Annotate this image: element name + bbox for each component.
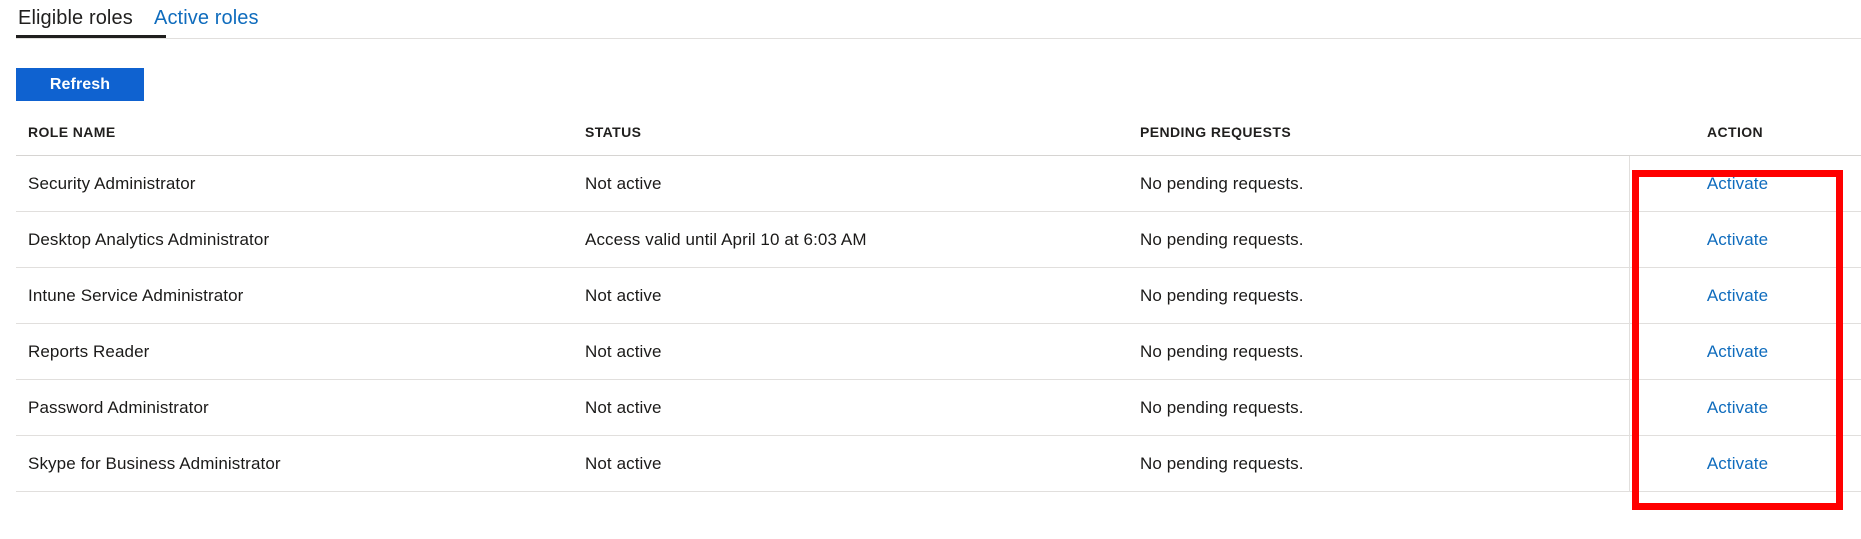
tab-strip: Eligible roles Active roles (0, 0, 1861, 40)
cell-role-name: Reports Reader (28, 342, 150, 361)
cell-status: Not active (585, 342, 662, 361)
table-row[interactable]: Desktop Analytics Administrator Access v… (0, 212, 1861, 268)
refresh-button[interactable]: Refresh (16, 68, 144, 101)
activate-link[interactable]: Activate (1707, 342, 1768, 361)
cell-status: Not active (585, 398, 662, 417)
cell-action: Activate (1632, 212, 1843, 268)
tab-selected-indicator (16, 35, 166, 38)
activate-link[interactable]: Activate (1707, 398, 1768, 417)
action-column-divider (1629, 380, 1630, 436)
cell-role-name: Security Administrator (28, 174, 196, 193)
column-header-action: ACTION (1707, 124, 1764, 140)
table-header-row: ROLE NAME STATUS PENDING REQUESTS ACTION (0, 108, 1861, 156)
table-row[interactable]: Skype for Business Administrator Not act… (0, 436, 1861, 492)
action-column-divider (1629, 268, 1630, 324)
table-row[interactable]: Reports Reader Not active No pending req… (0, 324, 1861, 380)
activate-link[interactable]: Activate (1707, 286, 1768, 305)
action-column-divider (1629, 156, 1630, 212)
table-row[interactable]: Password Administrator Not active No pen… (0, 380, 1861, 436)
cell-pending-requests: No pending requests. (1140, 230, 1304, 249)
tab-strip-baseline (16, 38, 1861, 39)
command-bar: Refresh (0, 40, 1861, 108)
activate-link[interactable]: Activate (1707, 174, 1768, 193)
cell-role-name: Skype for Business Administrator (28, 454, 281, 473)
cell-status: Access valid until April 10 at 6:03 AM (585, 230, 867, 249)
cell-pending-requests: No pending requests. (1140, 174, 1304, 193)
column-header-role-name: ROLE NAME (28, 124, 116, 140)
tab-eligible-roles[interactable]: Eligible roles (18, 5, 133, 31)
cell-role-name: Desktop Analytics Administrator (28, 230, 270, 249)
activate-link[interactable]: Activate (1707, 454, 1768, 473)
cell-status: Not active (585, 174, 662, 193)
activate-link[interactable]: Activate (1707, 230, 1768, 249)
cell-action: Activate (1632, 156, 1843, 212)
row-divider (16, 491, 1861, 492)
table-row[interactable]: Intune Service Administrator Not active … (0, 268, 1861, 324)
action-column-divider (1629, 212, 1630, 268)
cell-status: Not active (585, 286, 662, 305)
cell-action: Activate (1632, 268, 1843, 324)
cell-pending-requests: No pending requests. (1140, 454, 1304, 473)
action-column-divider (1629, 436, 1630, 492)
column-header-status: STATUS (585, 124, 642, 140)
action-column-divider (1629, 324, 1630, 380)
cell-role-name: Intune Service Administrator (28, 286, 244, 305)
column-header-pending-requests: PENDING REQUESTS (1140, 124, 1292, 140)
cell-pending-requests: No pending requests. (1140, 286, 1304, 305)
cell-role-name: Password Administrator (28, 398, 209, 417)
tab-active-roles[interactable]: Active roles (154, 5, 259, 31)
cell-action: Activate (1632, 324, 1843, 380)
cell-action: Activate (1632, 380, 1843, 436)
cell-status: Not active (585, 454, 662, 473)
cell-pending-requests: No pending requests. (1140, 342, 1304, 361)
cell-action: Activate (1632, 436, 1843, 492)
table-row[interactable]: Security Administrator Not active No pen… (0, 156, 1861, 212)
cell-pending-requests: No pending requests. (1140, 398, 1304, 417)
roles-table: ROLE NAME STATUS PENDING REQUESTS ACTION… (0, 108, 1861, 492)
